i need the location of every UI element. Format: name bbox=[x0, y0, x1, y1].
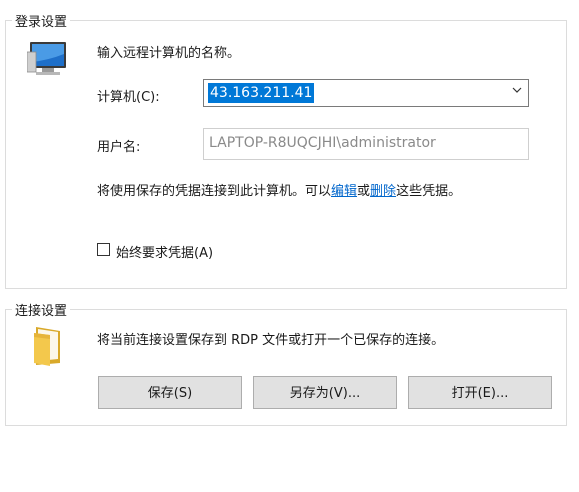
computer-monitor-icon bbox=[26, 40, 71, 80]
computer-value-selected: 43.163.211.41 bbox=[208, 83, 315, 103]
delete-credentials-link[interactable]: 删除 bbox=[370, 184, 396, 199]
connection-description-text: 将当前连接设置保存到 RDP 文件或打开一个已保存的连接。 bbox=[97, 333, 445, 348]
folder-icon bbox=[30, 325, 68, 367]
credentials-info-text: 将使用保存的凭据连接到此计算机。可以编辑或删除这些凭据。 bbox=[97, 180, 461, 199]
save-button[interactable]: 保存(S) bbox=[98, 376, 242, 409]
login-instruction-text: 输入远程计算机的名称。 bbox=[97, 46, 241, 61]
connection-settings-legend: 连接设置 bbox=[12, 300, 71, 319]
save-as-button[interactable]: 另存为(V)... bbox=[253, 376, 397, 409]
computer-label: 计算机(C): bbox=[97, 90, 160, 105]
computer-combobox[interactable]: 43.163.211.41 bbox=[203, 79, 529, 107]
chevron-down-icon[interactable] bbox=[512, 85, 522, 95]
always-ask-credentials-checkbox[interactable] bbox=[97, 243, 110, 256]
username-label: 用户名: bbox=[97, 140, 141, 155]
open-button[interactable]: 打开(E)... bbox=[408, 376, 552, 409]
credentials-text-suffix: 这些凭据。 bbox=[396, 184, 462, 199]
login-settings-legend: 登录设置 bbox=[12, 11, 71, 30]
always-ask-credentials-label[interactable]: 始终要求凭据(A) bbox=[116, 242, 213, 261]
username-field[interactable]: LAPTOP-R8UQCJHI\administrator bbox=[203, 128, 529, 160]
credentials-text-prefix: 将使用保存的凭据连接到此计算机。可以 bbox=[97, 184, 332, 199]
edit-credentials-link[interactable]: 编辑 bbox=[331, 184, 357, 199]
credentials-or-text: 或 bbox=[357, 184, 371, 199]
